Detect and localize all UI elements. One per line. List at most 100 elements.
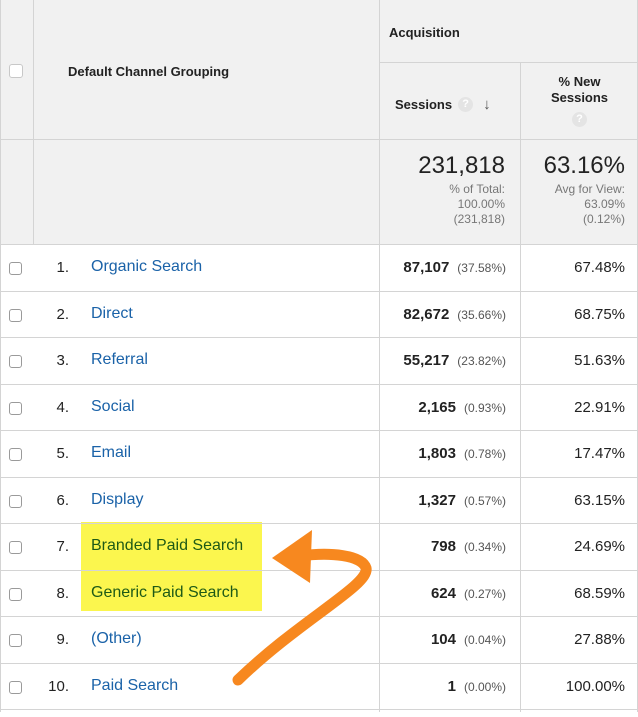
new-sessions-cell: 51.63% bbox=[574, 352, 625, 369]
channel-report-table: Default Channel Grouping Acquisition Ses… bbox=[0, 0, 638, 712]
sessions-value: 2,165 bbox=[418, 398, 456, 416]
row-checkbox[interactable] bbox=[9, 541, 22, 554]
sessions-cell: 1,327 (0.57%) bbox=[380, 492, 506, 509]
new-sessions-cell: 68.75% bbox=[574, 305, 625, 323]
row-checkbox[interactable] bbox=[9, 308, 22, 322]
sessions-share: (0.34%) bbox=[463, 540, 506, 554]
sessions-value: 104 bbox=[430, 631, 456, 648]
row-index: 2. bbox=[56, 305, 69, 323]
sessions-cell: 2,165 (0.93%) bbox=[380, 399, 506, 416]
sessions-value: 1,327 bbox=[418, 491, 456, 509]
sessions-cell: 624 (0.27%) bbox=[380, 585, 506, 602]
channel-link[interactable]: (Other) bbox=[91, 630, 142, 648]
sessions-header-label: Sessions bbox=[395, 97, 453, 112]
row-index: 5. bbox=[56, 445, 69, 462]
new-sessions-total: 63.16% Avg for View: 63.09% (0.12%) bbox=[521, 152, 625, 227]
new-sessions-cell: 17.47% bbox=[574, 445, 625, 462]
table-row[interactable]: 2. Direct 82,672 (35.66%) 68.75% bbox=[0, 292, 638, 338]
sessions-cell: 1 (0.00%) bbox=[380, 678, 506, 695]
channel-link[interactable]: Generic Paid Search bbox=[91, 584, 239, 602]
new-sessions-cell: 67.48% bbox=[574, 259, 625, 276]
sessions-share: (0.04%) bbox=[463, 633, 506, 647]
sessions-cell: 1,803 (0.78%) bbox=[380, 445, 506, 462]
sessions-cell: 82,672 (35.66%) bbox=[380, 306, 506, 323]
row-checkbox[interactable] bbox=[9, 494, 22, 508]
row-checkbox[interactable] bbox=[9, 355, 22, 368]
sessions-cell: 798 (0.34%) bbox=[380, 538, 506, 555]
sessions-total-sub3: (231,818) bbox=[453, 212, 505, 226]
row-index: 1. bbox=[56, 259, 69, 276]
acquisition-group-header: Acquisition bbox=[389, 25, 460, 40]
channel-link[interactable]: Organic Search bbox=[91, 258, 202, 276]
row-checkbox[interactable] bbox=[9, 262, 22, 275]
sessions-share: (0.00%) bbox=[463, 679, 506, 694]
sessions-cell: 55,217 (23.82%) bbox=[380, 352, 506, 369]
sessions-total-sub2: 100.00% bbox=[457, 197, 505, 211]
new-sessions-total-value: 63.16% bbox=[543, 152, 625, 179]
sessions-value: 798 bbox=[430, 538, 456, 555]
new-sessions-cell: 68.59% bbox=[574, 584, 625, 602]
new-sessions-total-sub3: (0.12%) bbox=[582, 212, 625, 226]
new-sessions-cell: 22.91% bbox=[574, 398, 625, 416]
channel-link[interactable]: Email bbox=[91, 444, 131, 462]
sessions-header[interactable]: Sessions ? ↓ bbox=[395, 96, 491, 113]
sessions-cell: 87,107 (37.58%) bbox=[380, 259, 506, 276]
new-sessions-total-sub2: 63.09% bbox=[584, 197, 625, 211]
channel-link[interactable]: Display bbox=[91, 491, 143, 509]
sessions-total-sub1: % of Total: bbox=[449, 182, 505, 196]
row-index: 6. bbox=[56, 491, 69, 509]
row-index: 10. bbox=[48, 677, 69, 695]
row-index: 8. bbox=[56, 584, 69, 602]
row-checkbox[interactable] bbox=[9, 401, 22, 415]
row-index: 4. bbox=[56, 398, 69, 416]
sessions-share: (0.78%) bbox=[463, 447, 506, 461]
row-checkbox[interactable] bbox=[9, 680, 22, 694]
sessions-share: (37.58%) bbox=[457, 261, 506, 275]
row-checkbox[interactable] bbox=[9, 587, 22, 601]
new-sessions-cell: 63.15% bbox=[574, 491, 625, 509]
new-sessions-header-line1: % New bbox=[558, 74, 601, 89]
table-row[interactable]: 8. Generic Paid Search 624 (0.27%) 68.59% bbox=[0, 571, 638, 617]
sessions-value: 55,217 bbox=[403, 352, 450, 369]
sessions-value: 624 bbox=[430, 584, 456, 602]
sessions-value: 1 bbox=[447, 677, 456, 695]
table-row[interactable]: 1. Organic Search 87,107 (37.58%) 67.48% bbox=[0, 245, 638, 292]
select-all-checkbox[interactable] bbox=[9, 64, 23, 78]
channel-link[interactable]: Direct bbox=[91, 305, 133, 323]
sessions-total: 231,818 % of Total: 100.00% (231,818) bbox=[380, 152, 505, 227]
dimension-header[interactable]: Default Channel Grouping bbox=[68, 64, 229, 79]
sessions-value: 82,672 bbox=[403, 305, 450, 323]
row-checkbox[interactable] bbox=[9, 448, 22, 461]
table-row[interactable]: 10. Paid Search 1 (0.00%) 100.00% bbox=[0, 664, 638, 710]
channel-link[interactable]: Branded Paid Search bbox=[91, 537, 243, 555]
new-sessions-cell: 100.00% bbox=[565, 677, 625, 695]
channel-link[interactable]: Referral bbox=[91, 351, 148, 369]
row-checkbox[interactable] bbox=[9, 634, 22, 647]
sessions-share: (0.27%) bbox=[463, 586, 506, 601]
sessions-cell: 104 (0.04%) bbox=[380, 631, 506, 648]
table-row[interactable]: 9. (Other) 104 (0.04%) 27.88% bbox=[0, 617, 638, 664]
sort-arrow-icon[interactable]: ↓ bbox=[483, 96, 491, 113]
table-row[interactable]: 7. Branded Paid Search 798 (0.34%) 24.69% bbox=[0, 524, 638, 571]
channel-link[interactable]: Paid Search bbox=[91, 677, 178, 695]
table-row[interactable]: 6. Display 1,327 (0.57%) 63.15% bbox=[0, 478, 638, 524]
table-row[interactable]: 5. Email 1,803 (0.78%) 17.47% bbox=[0, 431, 638, 478]
table-row[interactable]: 4. Social 2,165 (0.93%) 22.91% bbox=[0, 385, 638, 431]
new-sessions-header-line2: Sessions bbox=[550, 90, 609, 105]
sessions-share: (0.57%) bbox=[463, 493, 506, 508]
new-sessions-cell: 24.69% bbox=[574, 538, 625, 555]
sessions-share: (0.93%) bbox=[463, 400, 506, 415]
new-sessions-total-sub1: Avg for View: bbox=[554, 182, 625, 196]
sessions-value: 87,107 bbox=[403, 259, 450, 276]
channel-link[interactable]: Social bbox=[91, 398, 135, 416]
row-index: 9. bbox=[56, 631, 69, 648]
table-row[interactable]: 3. Referral 55,217 (23.82%) 51.63% bbox=[0, 338, 638, 385]
new-sessions-cell: 27.88% bbox=[574, 631, 625, 648]
sessions-share: (23.82%) bbox=[457, 354, 506, 368]
help-icon[interactable]: ? bbox=[458, 97, 474, 112]
new-sessions-header[interactable]: % New Sessions ? bbox=[521, 74, 638, 127]
row-index: 3. bbox=[56, 352, 69, 369]
row-index: 7. bbox=[56, 538, 69, 555]
sessions-total-value: 231,818 bbox=[418, 152, 505, 179]
help-icon[interactable]: ? bbox=[572, 112, 587, 127]
